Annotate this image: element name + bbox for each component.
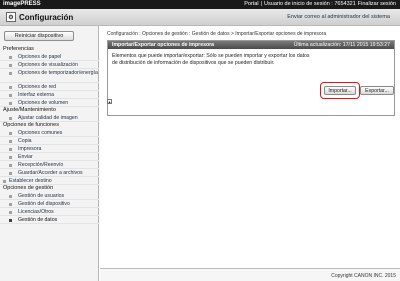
sidebar-item-licenses[interactable]: Licencias/Otros [0, 208, 99, 216]
top-bar: imagePRESS Portal | Usuario de inicio de… [0, 0, 400, 9]
section-management-settings: Opciones de gestión [3, 185, 54, 191]
import-button[interactable]: Importar... [324, 86, 356, 95]
sidebar-item-paper[interactable]: Opciones de papel [0, 53, 99, 61]
sidebar-item-external-interface[interactable]: Interfaz externa [0, 91, 99, 99]
sidebar-item-store-access[interactable]: Guardar/Acceder a archivos [0, 169, 99, 177]
sidebar-item-display[interactable]: Opciones de visualización [0, 61, 99, 69]
main-content: Configuración : Opciones de gestión : Ge… [100, 26, 400, 281]
collapse-icon[interactable]: ▴ [107, 99, 112, 104]
sidebar-item-set-destination[interactable]: Establecer destino [0, 177, 99, 185]
logout-link[interactable]: Finalizar sesión [358, 1, 396, 7]
header-bar: ⚙ Configuración Enviar correo al adminis… [0, 9, 400, 26]
section-function-settings: Opciones de funciones [3, 122, 59, 128]
export-button[interactable]: Exportar... [360, 86, 394, 95]
sidebar-item-user-management[interactable]: Gestión de usuarios [0, 192, 99, 200]
sidebar-item-copy[interactable]: Copia [0, 137, 99, 145]
sidebar-item-volume[interactable]: Opciones de volumen [0, 99, 99, 107]
import-export-panel: Importar/Exportar opciones de impresora … [107, 40, 395, 116]
login-user-label: Usuario de inicio de sesión : 7654321 [264, 1, 356, 7]
mail-admin-link[interactable]: Enviar correo al administrador del siste… [287, 14, 390, 20]
section-adjustment: Ajuste/Mantenimiento [3, 107, 56, 113]
sidebar-nav: Preferencias Opciones de papel Opciones … [0, 46, 99, 224]
sidebar-item-printer[interactable]: Impresora [0, 145, 99, 153]
section-preferences: Preferencias [3, 46, 34, 52]
panel-description: Elementos que puede importar/exportar: S… [112, 53, 310, 66]
brand-name: imagePRESS [3, 1, 41, 7]
sidebar-item-send[interactable]: Enviar [0, 153, 99, 161]
top-bar-right: Portal | Usuario de inicio de sesión : 7… [244, 1, 396, 7]
last-update-label: Última actualización: 17/11 2015 19:53:2… [293, 42, 390, 48]
sidebar: Reiniciar dispositivo Preferencias Opcio… [0, 26, 99, 281]
page-title: Configuración [19, 12, 74, 22]
portal-link[interactable]: Portal [244, 1, 258, 7]
sidebar-item-receive-forward[interactable]: Recepción/Reenvío [0, 161, 99, 169]
sidebar-item-data-management[interactable]: Gestión de datos [0, 216, 99, 224]
sidebar-item-device-management[interactable]: Gestión del dispositivo [0, 200, 99, 208]
sidebar-item-common[interactable]: Opciones comunes [0, 129, 99, 137]
sidebar-item-timer-energy[interactable]: Opciones de temporizador/energía [0, 69, 99, 83]
reset-device-button[interactable]: Reiniciar dispositivo [4, 31, 74, 41]
sidebar-item-image-quality[interactable]: Ajustar calidad de imagen [0, 114, 99, 122]
breadcrumb: Configuración : Opciones de gestión : Ge… [107, 31, 327, 37]
page-title-group: ⚙ Configuración [6, 12, 73, 22]
separator: | [260, 1, 263, 7]
settings-icon: ⚙ [6, 12, 16, 22]
panel-header: Importar/Exportar opciones de impresora … [108, 41, 394, 49]
panel-title: Importar/Exportar opciones de impresora [112, 42, 215, 48]
copyright-text: Copyright CANON INC. 2015 [331, 273, 396, 279]
footer: Copyright CANON INC. 2015 [100, 268, 400, 281]
sidebar-item-network[interactable]: Opciones de red [0, 83, 99, 91]
